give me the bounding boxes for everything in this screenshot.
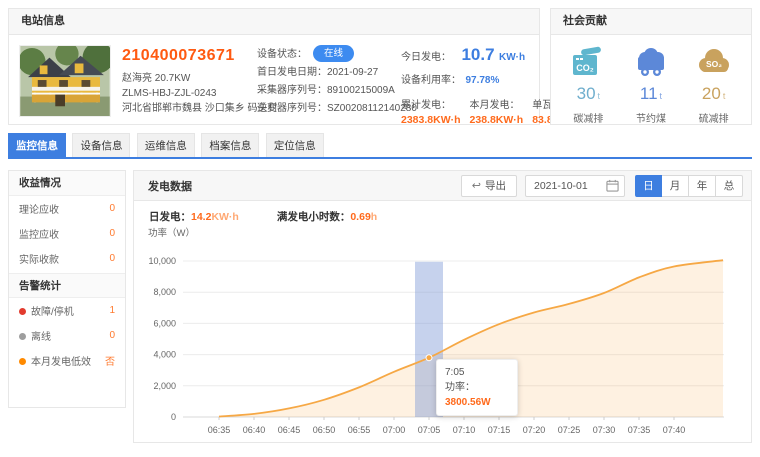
export-button[interactable]: ↩ 导出 — [461, 175, 517, 197]
day-gen-label: 日发电： — [149, 211, 191, 223]
social-contribution-title: 社会贡献 — [551, 9, 751, 35]
range-segmented-control: 日 月 年 总 — [635, 175, 743, 197]
x-tick-label: 07:10 — [453, 425, 476, 435]
collector-label: 采集器序列号： — [257, 85, 327, 96]
alarm-section-title: 告警统计 — [9, 273, 125, 298]
coal-label: 节约煤 — [621, 110, 681, 125]
co2-reduction-item: CO₂ 30t 碳减排 — [558, 45, 618, 125]
full-hours-label: 满发电小时数： — [277, 211, 351, 223]
inverter-label: 逆变器序列号： — [257, 103, 327, 114]
so2-label: 硫减排 — [684, 110, 744, 125]
x-tick-label: 06:55 — [348, 425, 371, 435]
tab-monitoring[interactable]: 监控信息 — [8, 133, 66, 157]
range-total-button[interactable]: 总 — [716, 175, 743, 197]
alarm-row-offline: 离线 0 — [9, 323, 125, 348]
x-tick-label: 06:35 — [208, 425, 231, 435]
x-tick-label: 07:15 — [488, 425, 511, 435]
tooltip-value: 3800.56W — [445, 397, 491, 408]
x-tick-label: 06:50 — [313, 425, 336, 435]
station-code: ZLMS-HBJ-ZJL-0243 — [122, 86, 257, 101]
marker-dot — [426, 355, 432, 361]
export-arrow-icon: ↩ — [472, 179, 481, 192]
x-tick-label: 07:25 — [558, 425, 581, 435]
co2-label: 碳减排 — [558, 110, 618, 125]
first-gen-date: 2021-09-27 — [327, 67, 378, 78]
low-eff-dot-icon — [19, 358, 26, 365]
first-gen-label: 首日发电日期： — [257, 67, 327, 78]
revenue-row-monitored: 监控应收 0 — [9, 221, 125, 246]
chart-stats-row: 日发电：14.2KW·h满发电小时数：0.69h — [149, 209, 377, 224]
y-tick-label: 0 — [171, 412, 176, 422]
tab-location[interactable]: 定位信息 — [266, 133, 324, 157]
svg-text:SO₂: SO₂ — [706, 59, 722, 69]
today-gen-label: 今日发电： — [401, 52, 451, 63]
station-address: 河北省邯郸市魏县 沙口集乡 码头村 — [122, 101, 257, 116]
y-tick-label: 4,000 — [153, 350, 176, 360]
station-photo — [19, 45, 111, 117]
today-gen-value: 10.7 — [461, 45, 494, 64]
co2-reduction-icon: CO₂ — [568, 45, 608, 79]
alarm-row-fault: 故障/停机 1 — [9, 298, 125, 323]
month-gen-stat: 本月发电： 238.8KW·h — [470, 96, 524, 126]
chart-title: 发电数据 — [148, 178, 192, 194]
tooltip-time: 7:05 — [445, 365, 509, 380]
revenue-section-title: 收益情况 — [9, 171, 125, 196]
calendar-icon[interactable] — [606, 179, 619, 192]
collector-sn: 89100215009A — [327, 85, 395, 96]
full-hours-value: 0.69 — [350, 211, 370, 223]
range-year-button[interactable]: 年 — [689, 175, 716, 197]
fault-dot-icon — [19, 308, 26, 315]
coal-saving-icon — [631, 45, 671, 79]
range-month-button[interactable]: 月 — [662, 175, 689, 197]
sidebar: 收益情况 理论应收 0 监控应收 0 实际收款 0 告警统计 故障/停机 1 离… — [8, 170, 126, 408]
y-tick-label: 6,000 — [153, 318, 176, 328]
x-tick-label: 07:35 — [628, 425, 651, 435]
tab-operations[interactable]: 运维信息 — [137, 133, 195, 157]
x-tick-label: 07:20 — [523, 425, 546, 435]
station-owner: 赵海亮 20.7KW — [122, 71, 257, 86]
x-tick-label: 06:40 — [243, 425, 266, 435]
co2-value: 30 — [577, 84, 596, 103]
utilization-label: 设备利用率： — [401, 75, 461, 86]
offline-dot-icon — [19, 333, 26, 340]
coal-saving-item: 11t 节约煤 — [621, 45, 681, 125]
utilization-value: 97.78% — [465, 75, 499, 86]
today-gen-unit: KW·h — [499, 52, 525, 63]
station-info-title: 电站信息 — [9, 9, 539, 35]
x-tick-label: 07:30 — [593, 425, 616, 435]
status-badge: 在线 — [313, 45, 354, 62]
total-gen-stat: 累计发电： 2383.8KW·h — [401, 96, 461, 126]
x-tick-label: 07:00 — [383, 425, 406, 435]
tab-bar: 监控信息 设备信息 运维信息 档案信息 定位信息 — [8, 133, 752, 159]
y-tick-label: 8,000 — [153, 287, 176, 297]
station-info-card: 电站信息 210400073671 赵海亮 20.7KW ZLMS-HBJ — [8, 8, 540, 125]
x-tick-label: 07:05 — [418, 425, 441, 435]
social-contribution-card: 社会贡献 CO₂ 30t 碳减排 11t 节约煤 — [550, 8, 752, 125]
tab-archives[interactable]: 档案信息 — [201, 133, 259, 157]
day-gen-value: 14.2 — [191, 211, 211, 223]
revenue-row-actual: 实际收款 0 — [9, 246, 125, 271]
generation-data-card: 发电数据 ↩ 导出 日 月 年 总 日 — [133, 170, 752, 443]
so2-value: 20 — [702, 84, 721, 103]
coal-value: 11 — [640, 84, 658, 103]
y-tick-label: 10,000 — [148, 256, 176, 266]
tab-devices[interactable]: 设备信息 — [72, 133, 130, 157]
alarm-row-low-efficiency: 本月发电低效 否 — [9, 348, 125, 373]
x-tick-label: 06:45 — [278, 425, 301, 435]
svg-text:CO₂: CO₂ — [577, 63, 595, 73]
chart-tooltip: 7:05 功率：3800.56W — [436, 359, 518, 416]
device-status-label: 设备状态： — [257, 49, 307, 60]
so2-reduction-item: SO₂ 20t 硫减排 — [684, 45, 744, 125]
range-day-button[interactable]: 日 — [635, 175, 662, 197]
revenue-row-theoretical: 理论应收 0 — [9, 196, 125, 221]
station-id: 210400073671 — [122, 47, 257, 65]
so2-reduction-icon: SO₂ — [694, 45, 734, 79]
x-tick-label: 07:40 — [663, 425, 686, 435]
y-tick-label: 2,000 — [153, 381, 176, 391]
